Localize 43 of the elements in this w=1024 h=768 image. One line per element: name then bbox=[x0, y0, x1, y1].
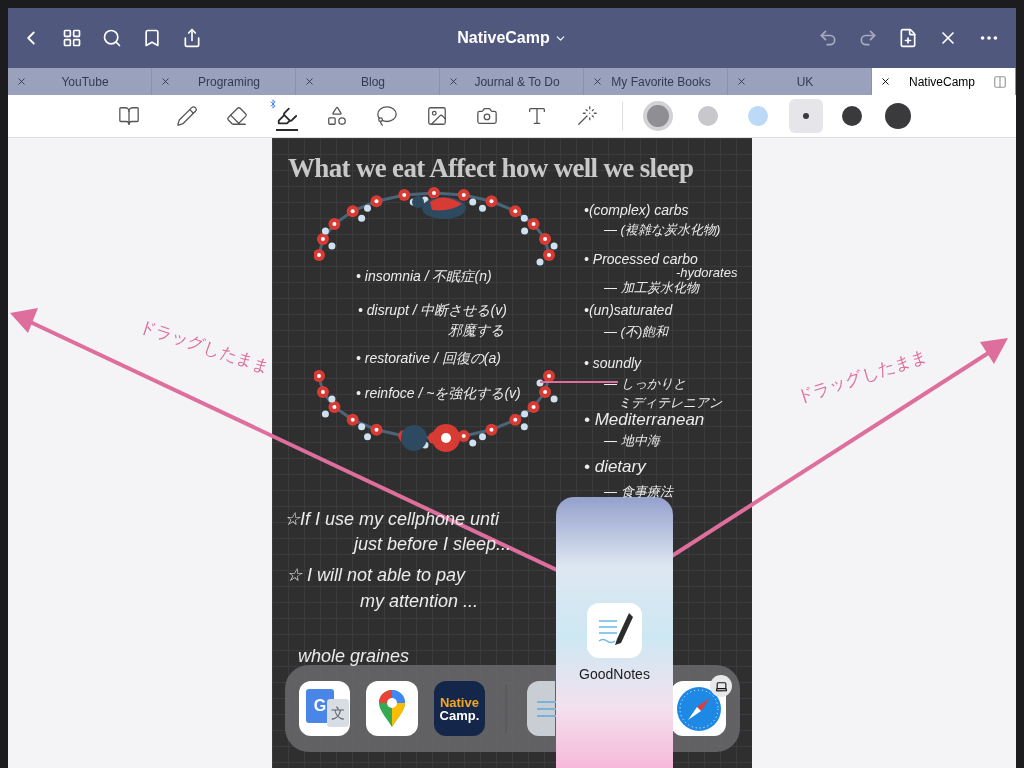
handwritten-note: ☆ I will not able to pay bbox=[286, 564, 466, 587]
pen-size-option[interactable] bbox=[788, 99, 823, 133]
bookmark-icon[interactable] bbox=[142, 28, 162, 48]
handwritten-note: — しっかりと bbox=[604, 375, 686, 393]
handwritten-note: whole graines bbox=[298, 645, 410, 668]
handwritten-note: 邪魔する bbox=[448, 321, 504, 340]
translate-logo-character: 文 bbox=[327, 699, 349, 727]
handwritten-note: • Mediterranean bbox=[584, 409, 705, 431]
nativecamp-app-icon[interactable]: Native Camp. bbox=[433, 681, 486, 736]
handwritten-note: — (複雑な炭水化物) bbox=[604, 221, 721, 239]
notes-app-icon bbox=[587, 603, 642, 658]
handwritten-note: — (不)飽和 bbox=[604, 323, 669, 341]
annotation-text: ドラッグしたまま bbox=[793, 345, 931, 409]
note-title: What we eat Affect how well we sleep bbox=[288, 152, 694, 185]
handwritten-note: my attention ... bbox=[360, 590, 479, 613]
close-tab-icon[interactable] bbox=[880, 76, 891, 87]
search-icon[interactable] bbox=[102, 28, 122, 48]
app-logo-text: Native bbox=[439, 695, 479, 709]
handwritten-note: •(complex) carbs bbox=[584, 201, 689, 220]
grid-icon[interactable] bbox=[62, 28, 82, 48]
translate-app-icon[interactable]: G 文 bbox=[299, 681, 351, 736]
add-page-icon[interactable] bbox=[898, 28, 918, 48]
color-swatch[interactable] bbox=[642, 101, 673, 131]
handwritten-note: • disrupt / 中断させる(v) bbox=[358, 301, 507, 320]
document-title[interactable]: NativeCamp bbox=[457, 26, 550, 50]
handwritten-note: • soundly bbox=[584, 354, 642, 373]
notes-app-icon[interactable] bbox=[527, 681, 555, 736]
handwritten-note: •(un)saturated bbox=[584, 301, 673, 320]
app-name: GoodNotes bbox=[579, 665, 650, 684]
handwritten-note: ミディテレニアン bbox=[618, 394, 722, 412]
laptop-badge-icon bbox=[710, 675, 732, 697]
annotation-text: ドラッグしたまま bbox=[135, 315, 273, 379]
handwritten-note: — 地中海 bbox=[604, 432, 660, 450]
app-logo-text: Camp. bbox=[439, 708, 480, 722]
handwritten-note: • reinfoce / ~を強化する(v) bbox=[356, 384, 521, 403]
handwritten-note: • insomnia / 不眠症(n) bbox=[356, 267, 492, 286]
document-tab[interactable]: NativeCamp bbox=[872, 68, 1016, 95]
maps-app-icon[interactable] bbox=[366, 681, 418, 736]
handwritten-note: • dietary bbox=[584, 456, 646, 478]
handwritten-note: — 加工炭水化物 bbox=[604, 280, 699, 297]
share-icon[interactable] bbox=[182, 28, 202, 48]
drag-preview-card[interactable]: GoodNotes bbox=[556, 497, 673, 768]
handwritten-note: • restorative / 回復の(a) bbox=[356, 349, 501, 368]
